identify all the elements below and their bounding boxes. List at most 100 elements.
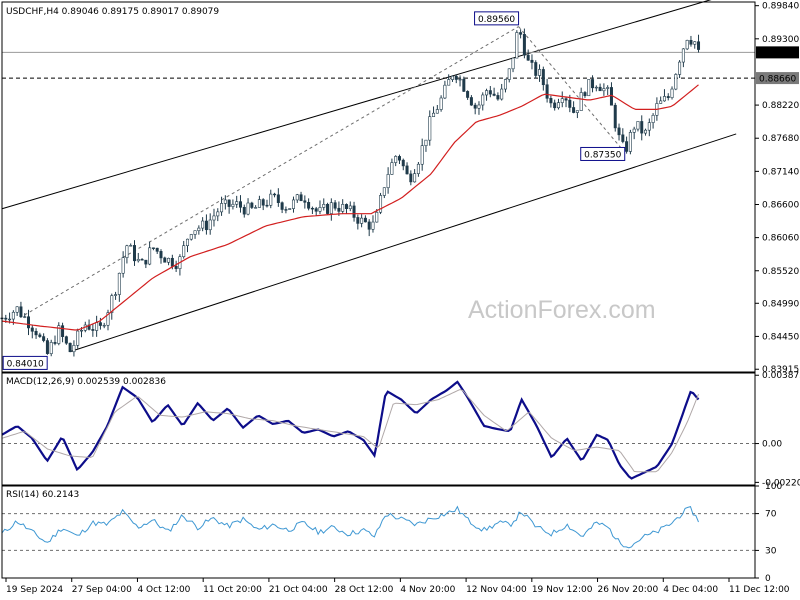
candle-body <box>454 75 458 80</box>
candle-body <box>666 96 670 98</box>
candle-body <box>579 92 583 111</box>
candle-body <box>636 121 640 130</box>
rsi-line <box>1 505 699 549</box>
candle-body <box>295 194 299 201</box>
candle-body <box>405 165 409 175</box>
candle-body <box>38 334 42 337</box>
candle-body <box>477 104 481 109</box>
rsi-pane[interactable]: 100 70 30 0 RSI(14) 60.2143 <box>1 482 782 584</box>
candle-body <box>23 316 27 318</box>
macd-pane-title: MACD(12,26,9) 0.002539 0.002836 <box>6 377 166 387</box>
candle-body <box>280 202 284 210</box>
candle-body <box>435 109 439 114</box>
candle-body <box>413 173 417 183</box>
candle-body <box>64 336 68 344</box>
time-tick-label: 19 Nov 12:00 <box>532 585 593 595</box>
candle-body <box>697 41 701 50</box>
candle-body <box>326 204 330 214</box>
time-tick-label: 11 Oct 20:00 <box>203 585 262 595</box>
candle-body <box>72 345 76 353</box>
candle-body <box>344 204 348 209</box>
trend-dashed-line <box>24 26 519 316</box>
candle-body <box>424 139 428 146</box>
candle-body <box>235 201 239 205</box>
candle-body <box>155 247 159 252</box>
time-tick-label: 11 Dec 12:00 <box>729 585 790 595</box>
candle-body <box>125 245 129 258</box>
candle-body <box>284 209 288 211</box>
candle-body <box>693 41 697 45</box>
candle-body <box>651 114 655 123</box>
candle-body <box>102 324 106 327</box>
macd-pane[interactable]: 0.0038730.00-0.002201MACD(12,26,9) 0.002… <box>1 371 800 488</box>
candle-body <box>337 207 341 212</box>
candle-body <box>450 75 454 80</box>
price-pane[interactable]: 0.89840 0.89300 0.88220 0.87680 0.87140 0.866… <box>0 0 800 375</box>
candle-body <box>640 121 644 134</box>
candle-body <box>594 86 598 89</box>
candle-body <box>662 96 666 102</box>
trend-dashed-line <box>518 26 626 153</box>
time-tick-label: 19 Sep 2024 <box>6 585 63 595</box>
candle-body <box>439 97 443 110</box>
rsi-frame <box>1 485 756 579</box>
candle-body <box>341 204 345 212</box>
candle-body <box>549 98 553 104</box>
candle-body <box>79 330 83 332</box>
candle-body <box>466 91 470 98</box>
candle-body <box>15 306 19 313</box>
candle-body <box>606 87 610 89</box>
candle-body <box>545 84 549 99</box>
candle-body <box>121 257 125 274</box>
candle-body <box>276 194 280 203</box>
candle-body <box>644 129 648 134</box>
time-tick-label: 4 Nov 20:00 <box>400 585 455 595</box>
candle-body <box>401 159 405 167</box>
candle-body <box>363 217 367 223</box>
candle-body <box>613 104 617 129</box>
candle-body <box>515 32 519 59</box>
price-tick-label: 0.89840 <box>762 2 799 12</box>
candle-body <box>553 102 557 109</box>
candle-body <box>386 174 390 189</box>
candle-body <box>443 84 447 99</box>
time-axis: 19 Sep 2024 27 Sep 04:00 4 Oct 12:00 11 Oct… <box>5 578 790 595</box>
candle-body <box>462 78 466 92</box>
price-annotation-label: 0.89560 <box>478 15 515 25</box>
candle-body <box>216 211 220 217</box>
candle-body <box>227 199 231 207</box>
candle-body <box>356 217 360 224</box>
candle-body <box>485 90 489 96</box>
price-annotation-label: 0.87350 <box>584 150 621 160</box>
time-tick-label: 27 Sep 04:00 <box>72 585 132 595</box>
candle-body <box>333 202 337 209</box>
level-price-label: 0.88660 <box>759 75 796 85</box>
candle-body <box>409 173 413 183</box>
candle-body <box>587 79 591 97</box>
candle-body <box>564 98 568 101</box>
candle-body <box>42 336 46 341</box>
candle-body <box>575 110 579 113</box>
candle-body <box>307 202 311 209</box>
candle-body <box>556 102 560 109</box>
price-tick-label: 0.87680 <box>762 134 799 144</box>
candle-body <box>117 272 121 295</box>
price-annotation-label: 0.84010 <box>7 359 44 369</box>
price-tick-label: 0.86060 <box>762 234 799 244</box>
candle-body <box>95 322 99 331</box>
rsi-tick-label: 100 <box>765 482 782 492</box>
candle-body <box>469 97 473 106</box>
candle-body <box>519 32 523 35</box>
price-tick-label: 0.88220 <box>762 101 799 111</box>
candle-body <box>45 340 49 354</box>
candle-body <box>314 208 318 212</box>
candle-body <box>420 145 424 165</box>
candle-body <box>538 69 542 76</box>
candle-body <box>159 251 163 259</box>
candle-body <box>503 79 507 90</box>
macd-line <box>1 380 700 480</box>
candle-body <box>511 57 515 70</box>
candle-body <box>473 104 477 109</box>
candle-body <box>132 245 136 262</box>
candle-body <box>352 205 356 218</box>
